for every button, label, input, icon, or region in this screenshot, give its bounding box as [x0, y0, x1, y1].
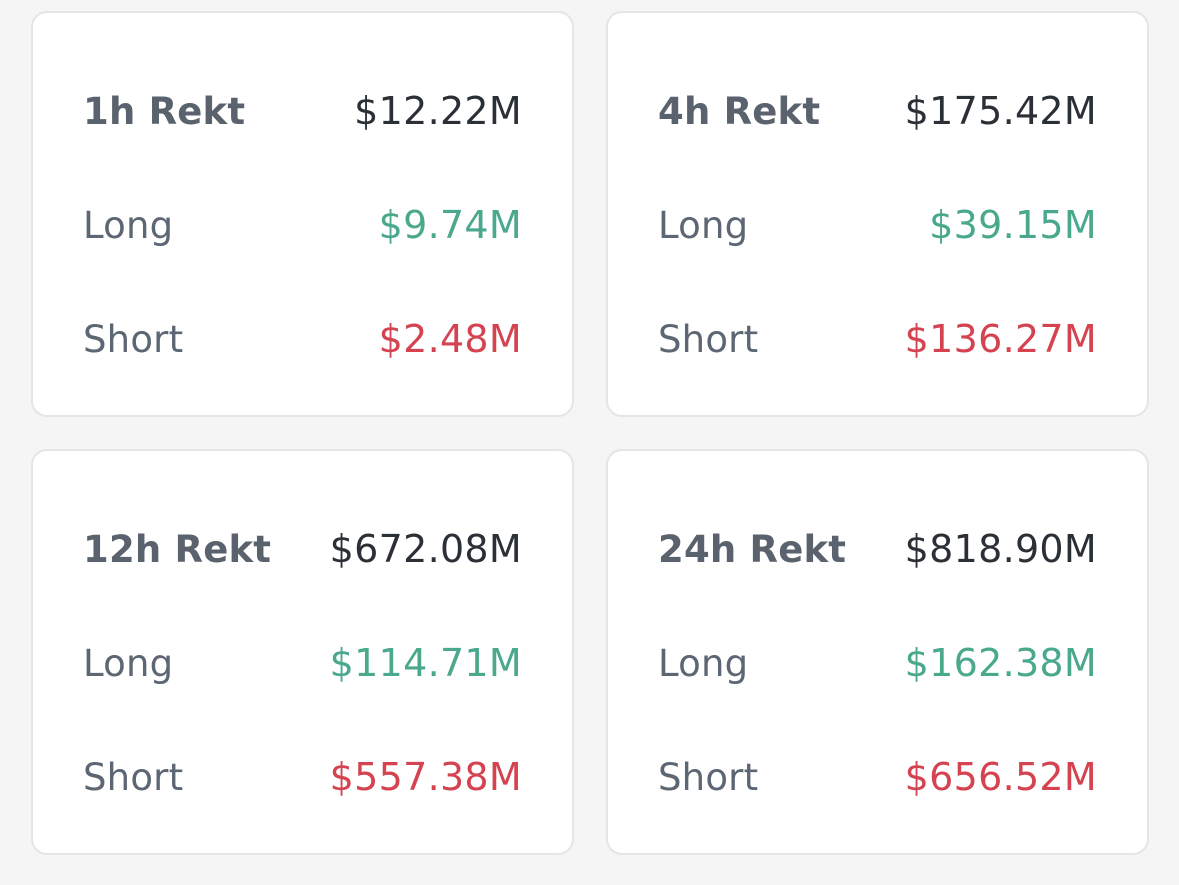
rekt-card-24h[interactable]: 24h Rekt $818.90M Long $162.38M Short $6… — [606, 449, 1149, 855]
short-value: $136.27M — [904, 317, 1097, 361]
rekt-total-row: 24h Rekt $818.90M — [658, 523, 1097, 575]
long-value: $162.38M — [904, 641, 1097, 685]
rekt-short-row: Short $557.38M — [83, 751, 522, 803]
rekt-total-value: $672.08M — [329, 527, 522, 571]
rekt-stats-grid: 1h Rekt $12.22M Long $9.74M Short $2.48M… — [31, 11, 1149, 855]
rekt-short-row: Short $2.48M — [83, 313, 522, 365]
long-label: Long — [658, 203, 749, 247]
short-label: Short — [83, 755, 184, 799]
rekt-total-value: $12.22M — [354, 89, 522, 133]
rekt-long-row: Long $162.38M — [658, 637, 1097, 689]
rekt-total-row: 12h Rekt $672.08M — [83, 523, 522, 575]
short-label: Short — [83, 317, 184, 361]
long-label: Long — [83, 203, 174, 247]
rekt-card-1h[interactable]: 1h Rekt $12.22M Long $9.74M Short $2.48M — [31, 11, 574, 417]
short-value: $2.48M — [378, 317, 522, 361]
rekt-short-row: Short $656.52M — [658, 751, 1097, 803]
rekt-card-4h[interactable]: 4h Rekt $175.42M Long $39.15M Short $136… — [606, 11, 1149, 417]
rekt-period-title: 24h Rekt — [658, 527, 847, 571]
rekt-period-title: 4h Rekt — [658, 89, 821, 133]
rekt-short-row: Short $136.27M — [658, 313, 1097, 365]
rekt-period-title: 1h Rekt — [83, 89, 246, 133]
short-value: $656.52M — [904, 755, 1097, 799]
rekt-long-row: Long $39.15M — [658, 199, 1097, 251]
rekt-period-title: 12h Rekt — [83, 527, 272, 571]
long-value: $39.15M — [929, 203, 1097, 247]
rekt-total-row: 4h Rekt $175.42M — [658, 85, 1097, 137]
rekt-total-row: 1h Rekt $12.22M — [83, 85, 522, 137]
rekt-card-12h[interactable]: 12h Rekt $672.08M Long $114.71M Short $5… — [31, 449, 574, 855]
rekt-total-value: $175.42M — [904, 89, 1097, 133]
long-value: $114.71M — [329, 641, 522, 685]
rekt-long-row: Long $114.71M — [83, 637, 522, 689]
long-value: $9.74M — [378, 203, 522, 247]
short-value: $557.38M — [329, 755, 522, 799]
short-label: Short — [658, 317, 759, 361]
long-label: Long — [658, 641, 749, 685]
short-label: Short — [658, 755, 759, 799]
rekt-total-value: $818.90M — [904, 527, 1097, 571]
long-label: Long — [83, 641, 174, 685]
rekt-long-row: Long $9.74M — [83, 199, 522, 251]
